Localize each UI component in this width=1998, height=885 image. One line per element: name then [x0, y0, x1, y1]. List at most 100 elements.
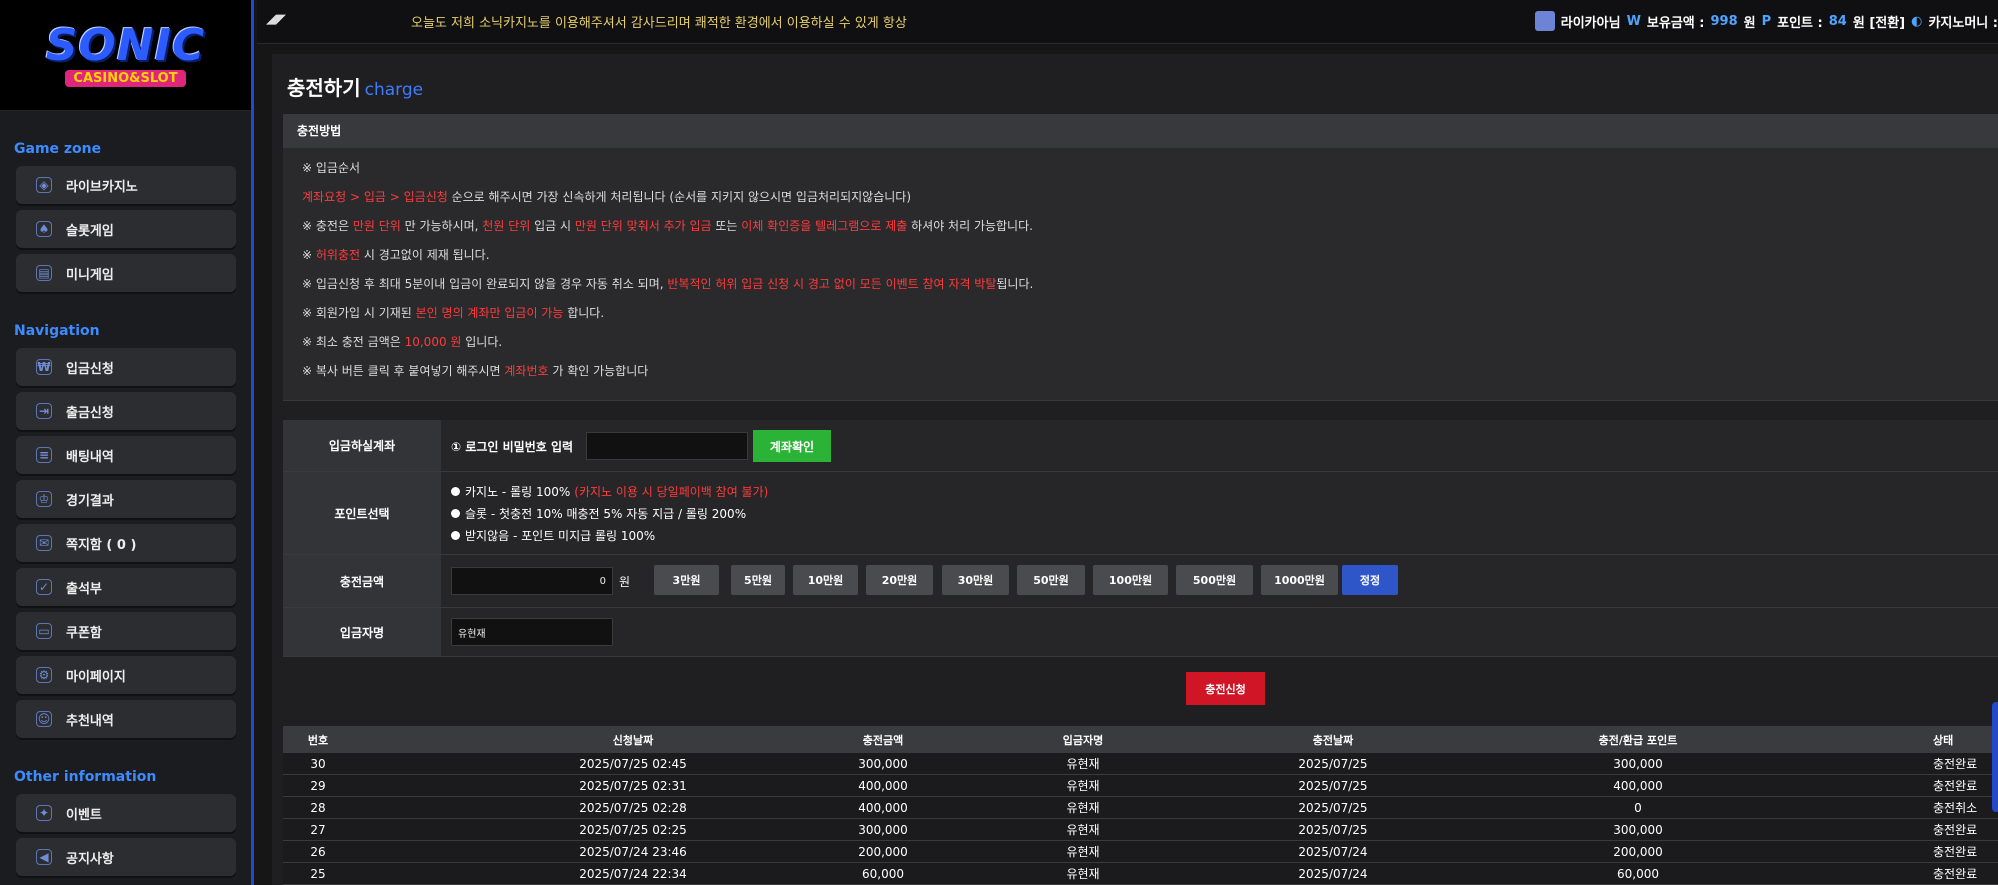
- radio-button[interactable]: [451, 531, 460, 540]
- method-line: 계좌요청 > 입금 > 입금신청 순으로 해주시면 가장 신속하게 처리됩니다 …: [302, 188, 911, 205]
- table-row: 27 2025/07/25 02:25 300,000 유현재 2025/07/25 30…: [283, 819, 1998, 841]
- method-text: ※ 충전은: [302, 219, 353, 233]
- sidebar-item[interactable]: ✉ 쪽지함 ( 0 ): [16, 524, 236, 562]
- amount-preset-button[interactable]: 5만원: [731, 565, 785, 595]
- message-icon: ✉: [36, 535, 52, 551]
- column-header: 충전/환급 포인트: [1598, 733, 1678, 747]
- depositor-row: 입금자명 유현재: [283, 608, 1998, 657]
- table-cell: 2025/07/24 22:34: [579, 866, 687, 881]
- reset-amount-button[interactable]: 정정: [1342, 565, 1398, 595]
- table-cell: 27: [310, 822, 326, 837]
- scroll-handle[interactable]: [1992, 702, 1998, 812]
- amount-input[interactable]: 0: [451, 567, 613, 595]
- amount-preset-button[interactable]: 100만원: [1093, 565, 1168, 595]
- method-text: 합니다.: [563, 306, 605, 320]
- brand-logo[interactable]: SONIC CASINO&SLOT: [33, 17, 218, 93]
- logo-area[interactable]: SONIC CASINO&SLOT: [0, 0, 251, 111]
- sidebar-item[interactable]: ◈ 라이브카지노: [16, 166, 236, 204]
- method-line: ※ 충전은 만원 단위 만 가능하시며, 천원 단위 입금 시 만원 단위 맞춰…: [302, 217, 1033, 234]
- sidebar-item[interactable]: ♔ 경기결과: [16, 480, 236, 518]
- point-convert-link[interactable]: 원 [전환]: [1853, 12, 1905, 31]
- table-cell: 29: [310, 778, 326, 793]
- method-text: ※ 복사 버튼 클릭 후 붙여넣기 해주시면: [302, 364, 505, 378]
- password-prompt: ① 로그인 비밀번호 입력: [451, 440, 574, 454]
- sidebar-item[interactable]: ✦ 이벤트: [16, 794, 236, 832]
- main-content: 충전하기 charge 충전방법 ※ 입금순서 계좌요청 > 입금 > 입금신청 순…: [272, 54, 1998, 885]
- sidebar-item[interactable]: ▤ 미니게임: [16, 254, 236, 292]
- amount-preset-button[interactable]: 50만원: [1017, 565, 1085, 595]
- method-text: ※ 입금신청 후 최대 5분이내 입금이 완료되지 않을 경우 자동 취소 되며…: [302, 277, 668, 291]
- sidebar-item[interactable]: ₩ 입금신청: [16, 348, 236, 386]
- sidebar-item-label: 슬롯게임: [66, 223, 114, 239]
- amount-preset-button[interactable]: 500만원: [1176, 565, 1253, 595]
- logo-sub-text: CASINO&SLOT: [65, 69, 186, 87]
- submit-charge-button[interactable]: 충전신청: [1186, 672, 1265, 705]
- table-cell: 충전완료: [1933, 823, 1978, 837]
- radio-button[interactable]: [451, 487, 460, 496]
- sidebar-item[interactable]: ▭ 쿠폰함: [16, 612, 236, 650]
- method-line: ※ 복사 버튼 클릭 후 붙여넣기 해주시면 계좌번호 가 확인 가능합니다: [302, 362, 648, 379]
- amount-label: 충전금액: [283, 555, 441, 607]
- table-cell: 0: [1634, 800, 1642, 815]
- column-header: 입금자명: [1062, 733, 1104, 747]
- method-line: ※ 최소 충전 금액은 10,000 원 입니다.: [302, 333, 502, 350]
- result-icon: ♔: [36, 491, 52, 507]
- sidebar-item-label: 공지사항: [66, 851, 114, 867]
- sidebar-item[interactable]: ✓ 출석부: [16, 568, 236, 606]
- table-cell: 충전완료: [1933, 845, 1978, 859]
- table-cell: 유현재: [1066, 801, 1100, 815]
- point-option[interactable]: 카지노 - 롤링 100% (카지노 이용 시 당일페이백 참여 불가): [451, 483, 768, 500]
- amount-preset-button[interactable]: 20만원: [866, 565, 933, 595]
- sidebar-item[interactable]: ≡ 배팅내역: [16, 436, 236, 474]
- radio-button[interactable]: [451, 509, 460, 518]
- table-row: 30 2025/07/25 02:45 300,000 유현재 2025/07/25 30…: [283, 753, 1998, 775]
- table-cell: 200,000: [1613, 844, 1663, 859]
- password-input[interactable]: [586, 432, 748, 460]
- amount-preset-button[interactable]: 3만원: [654, 565, 719, 595]
- account-check-button[interactable]: 계좌확인: [753, 430, 831, 462]
- speaker-icon[interactable]: ◢◤: [266, 12, 286, 27]
- top-bar: ◢◤ 오늘도 저희 소닉카지노를 이용해주셔서 감사드리며 쾌적한 환경에서 이…: [257, 0, 1998, 44]
- amount-preset-button[interactable]: 1000만원: [1261, 565, 1338, 595]
- method-line: ※ 입금순서: [302, 159, 360, 176]
- depositor-input[interactable]: 유현재: [451, 618, 613, 646]
- point-option[interactable]: 슬롯 - 첫충전 10% 매충전 5% 자동 지급 / 롤링 200%: [451, 505, 746, 522]
- method-line: ※ 회원가입 시 기재된 본인 명의 계좌만 입금이 가능 합니다.: [302, 304, 604, 321]
- table-cell: 25: [310, 866, 326, 881]
- amount-preset-button[interactable]: 30만원: [942, 565, 1009, 595]
- table-cell: 2025/07/24 23:46: [579, 844, 687, 859]
- method-highlight: 10,000 원: [404, 335, 462, 349]
- point-option[interactable]: 받지않음 - 포인트 미지급 롤링 100%: [451, 527, 655, 544]
- method-line: ※ 입금신청 후 최대 5분이내 입금이 완료되지 않을 경우 자동 취소 되며…: [302, 275, 1033, 292]
- sidebar-item[interactable]: ⇥ 출금신청: [16, 392, 236, 430]
- method-highlight: 계좌요청 > 입금 > 입금신청: [302, 190, 448, 204]
- balance-unit: 원: [1743, 15, 1756, 31]
- table-cell: 28: [310, 800, 326, 815]
- column-header: 충전금액: [862, 733, 904, 747]
- sidebar-item[interactable]: ⚙ 마이페이지: [16, 656, 236, 694]
- sidebar-item-label: 쪽지함 ( 0 ): [66, 537, 137, 553]
- method-highlight: 본인 명의 계좌만 입금이 가능: [415, 306, 564, 320]
- notice-marquee: 오늘도 저희 소닉카지노를 이용해주셔서 감사드리며 쾌적한 환경에서 이용하실…: [411, 16, 907, 31]
- sidebar-item-label: 출석부: [66, 581, 102, 597]
- amount-preset-button[interactable]: 10만원: [793, 565, 858, 595]
- depositor-label: 입금자명: [283, 608, 441, 656]
- table-cell: 충전완료: [1933, 757, 1978, 771]
- sidebar-item[interactable]: ♠ 슬롯게임: [16, 210, 236, 248]
- method-text: ※: [302, 248, 316, 262]
- method-text: ※ 입금순서: [302, 161, 361, 175]
- point-option-note: (카지노 이용 시 당일페이백 참여 불가): [574, 485, 769, 499]
- table-cell: 2025/07/25 02:45: [579, 756, 687, 771]
- sidebar-item[interactable]: ☺ 추천내역: [16, 700, 236, 738]
- table-cell: 유현재: [1066, 867, 1100, 881]
- sidebar-section-title: Game zone: [14, 141, 102, 157]
- sidebar-item-label: 추천내역: [66, 713, 114, 729]
- amount-unit: 원: [619, 575, 631, 589]
- casino-money-icon: ◐: [1911, 13, 1923, 29]
- sidebar-item[interactable]: ◀ 공지사항: [16, 838, 236, 876]
- table-cell: 유현재: [1066, 845, 1100, 859]
- account-label: 입금하실계좌: [283, 420, 441, 471]
- method-text: 가 확인 가능합니다: [548, 364, 649, 378]
- method-text: 입금 시: [530, 219, 575, 233]
- sidebar-item-label: 미니게임: [66, 267, 114, 283]
